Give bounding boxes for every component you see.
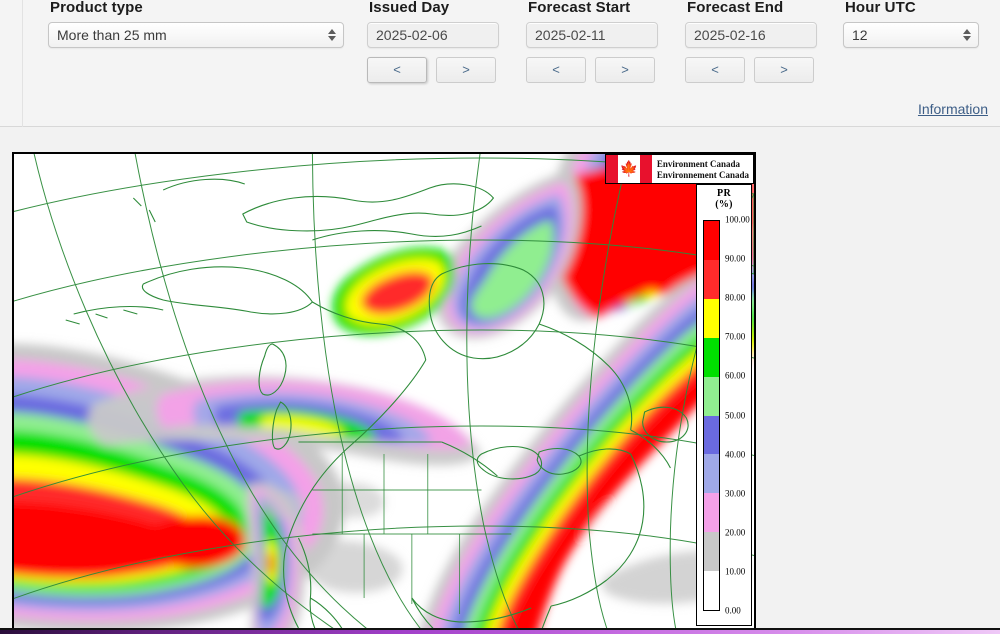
hour-utc-select[interactable]: 12 (843, 22, 979, 48)
map-canvas (14, 154, 754, 628)
colorbar-band-3 (704, 337, 719, 377)
label-product-type: Product type (50, 0, 143, 16)
colorbar-title: PR (%) (715, 188, 733, 210)
forecast-start-next-button[interactable]: > (595, 57, 655, 83)
forecast-start-input[interactable]: 2025-02-11 (526, 22, 658, 48)
forecast-map-figure[interactable]: 🍁 Environment Canada Environnement Canad… (12, 152, 756, 630)
logo-line-en: Environment Canada (656, 158, 740, 169)
toolbar-left-rule (22, 0, 23, 127)
issued-day-input[interactable]: 2025-02-06 (367, 22, 499, 48)
label-issued-day: Issued Day (369, 0, 450, 16)
field-issued-day: Issued Day 2025-02-06 < > (367, 0, 499, 83)
bottom-color-strip (0, 630, 1000, 634)
colorbar-tick-labels: 100.00 90.00 80.00 70.00 60.00 50.00 40.00 30.0… (723, 215, 751, 615)
colorbar-tick: 60.00 (725, 370, 746, 381)
product-type-select-wrap[interactable]: More than 25 mm (48, 22, 344, 48)
colorbar-band-9 (704, 571, 719, 611)
colorbar-tick: 50.00 (725, 410, 746, 420)
colorbar-variable: PR (717, 188, 731, 199)
forecast-end-input[interactable]: 2025-02-16 (685, 22, 817, 48)
issued-day-nav: < > (367, 57, 499, 83)
colorbar-tick: 70.00 (725, 331, 746, 342)
colorbar-tick: 30.00 (725, 488, 746, 499)
colorbar-band-5 (704, 415, 719, 455)
canada-flag-icon: 🍁 (605, 155, 652, 183)
colorbar-band-7 (704, 493, 719, 533)
colorbar-band-2 (704, 298, 719, 338)
forecast-start-nav: < > (526, 57, 658, 83)
colorbar-band-4 (704, 376, 719, 416)
weather-forecast-page: Product type More than 25 mm Issued Day … (0, 0, 1000, 634)
field-hour-utc: Hour UTC 12 (843, 0, 979, 48)
colorbar-tick: 90.00 (725, 253, 746, 264)
environment-canada-text: Environment Canada Environnement Canada (652, 155, 753, 183)
product-type-select[interactable]: More than 25 mm (48, 22, 344, 48)
forecast-end-next-button[interactable]: > (754, 57, 814, 83)
colorbar-tick: 0.00 (725, 605, 741, 616)
colorbar-tick: 20.00 (725, 527, 746, 538)
colorbar-band-1 (704, 259, 719, 299)
environment-canada-logo: 🍁 Environment Canada Environnement Canad… (604, 154, 754, 184)
colorbar-gradient (703, 220, 720, 611)
colorbar-panel: PR (%) 100.00 90.00 80.00 70.00 60.00 50.00 40… (696, 184, 752, 626)
issued-day-next-button[interactable]: > (436, 57, 496, 83)
forecast-end-nav: < > (685, 57, 817, 83)
colorbar-band-0 (704, 221, 719, 260)
forecast-end-prev-button[interactable]: < (685, 57, 745, 83)
colorbar-tick: 100.00 (725, 214, 750, 225)
colorbar-body: 100.00 90.00 80.00 70.00 60.00 50.00 40.00 30.0… (697, 212, 751, 625)
label-forecast-start: Forecast Start (528, 0, 631, 16)
issued-day-prev-button[interactable]: < (367, 57, 427, 83)
logo-line-fr: Environnement Canada (656, 169, 749, 180)
colorbar-band-8 (704, 532, 719, 572)
field-forecast-end: Forecast End 2025-02-16 < > (685, 0, 817, 83)
colorbar-tick: 80.00 (725, 292, 746, 303)
forecast-start-prev-button[interactable]: < (526, 57, 586, 83)
colorbar-units: (%) (715, 199, 733, 210)
field-forecast-start: Forecast Start 2025-02-11 < > (526, 0, 658, 83)
hour-utc-select-wrap[interactable]: 12 (843, 22, 979, 48)
maple-leaf-icon: 🍁 (619, 160, 639, 178)
controls-toolbar: Product type More than 25 mm Issued Day … (0, 0, 1000, 127)
colorbar-band-6 (704, 454, 719, 494)
colorbar-tick: 10.00 (725, 566, 746, 577)
map-svg (14, 154, 754, 628)
label-forecast-end: Forecast End (687, 0, 784, 16)
colorbar-tick: 40.00 (725, 449, 746, 460)
information-link[interactable]: Information (918, 101, 988, 117)
label-hour-utc: Hour UTC (845, 0, 916, 16)
field-product-type: Product type More than 25 mm (48, 0, 344, 48)
